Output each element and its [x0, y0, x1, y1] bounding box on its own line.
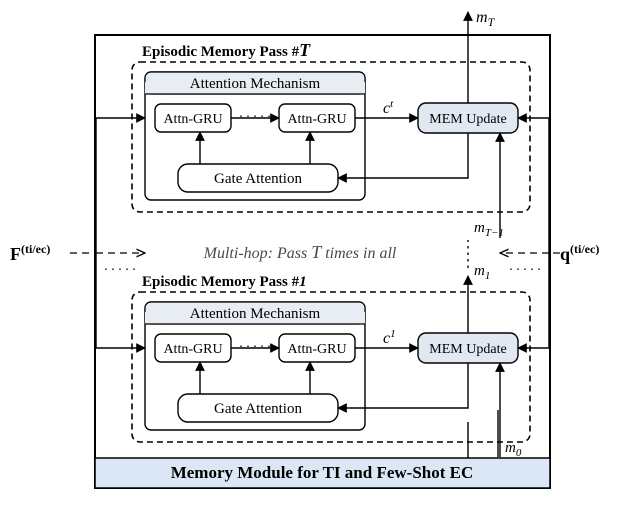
multihop-text: Multi-hop: Pass T times in all	[203, 242, 397, 262]
episodic-pass-top: Episodic Memory Pass #T Attention Mechan…	[96, 40, 549, 212]
ellipsis-left: . . . . .	[104, 259, 136, 274]
gru-ellipsis-bot: . . . . .	[239, 336, 271, 351]
label-m1: m1	[474, 263, 490, 282]
label-m0: m0	[505, 440, 522, 459]
episodic-pass-bottom: Episodic Memory Pass #1 Attention Mechan…	[96, 274, 549, 442]
c1-bot-label: c1	[383, 328, 396, 347]
ellipsis-right: . . . . .	[509, 259, 541, 274]
gate-attention-top-label: Gate Attention	[214, 171, 302, 187]
attn-gru-bot-1-label: Attn-GRU	[163, 342, 222, 357]
label-mT: mT	[476, 9, 496, 29]
arrow-mem-gate-top	[338, 133, 468, 178]
attn-gru-top-2-label: Attn-GRU	[287, 112, 346, 127]
attn-gru-top-1-label: Attn-GRU	[163, 112, 222, 127]
attention-header-label-top: Attention Mechanism	[190, 76, 321, 92]
ct-top-label: ct	[383, 98, 394, 117]
gru-ellipsis-top: . . . . .	[239, 106, 271, 121]
module-title: Memory Module for TI and Few-Shot EC	[171, 463, 474, 482]
pass-top-title: Episodic Memory Pass #T	[142, 40, 311, 60]
input-q: q(ti/ec)	[560, 242, 599, 264]
attention-header-label-bot: Attention Mechanism	[190, 306, 321, 322]
attn-gru-bot-2-label: Attn-GRU	[287, 342, 346, 357]
arrow-mem-gate-bot	[338, 363, 468, 408]
pass-bot-title: Episodic Memory Pass #1	[142, 274, 307, 290]
input-F: F(ti/ec)	[10, 242, 50, 264]
gate-attention-bot-label: Gate Attention	[214, 401, 302, 417]
mem-update-top-label: MEM Update	[429, 112, 506, 127]
mem-update-bot-label: MEM Update	[429, 342, 506, 357]
